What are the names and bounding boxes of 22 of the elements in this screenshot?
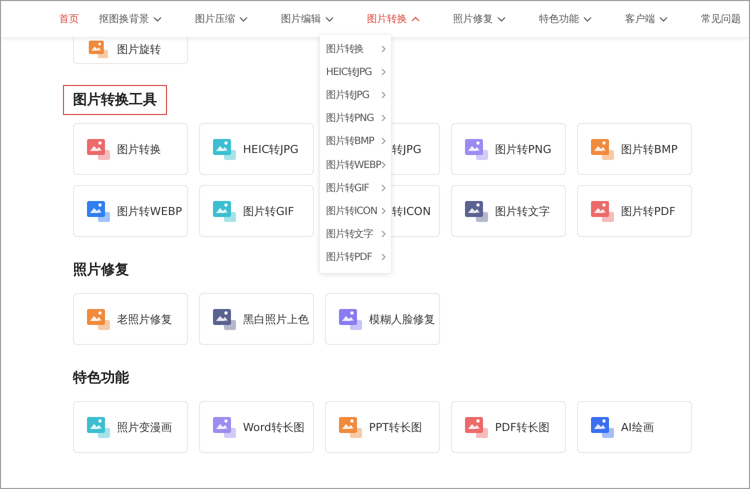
card-label: 图片转BMP bbox=[621, 142, 678, 156]
card-label: 图片转文字 bbox=[495, 204, 550, 218]
card-label: 老照片修复 bbox=[117, 312, 172, 326]
card-label: 黑白照片上色 bbox=[243, 312, 309, 326]
card-label: 模糊人脸修复 bbox=[369, 312, 435, 326]
card-label: 转ICON bbox=[392, 204, 431, 218]
card-label: 照片变漫画 bbox=[117, 420, 172, 434]
section-title: 图片转换工具 bbox=[63, 85, 167, 115]
card-label: 图片转WEBP bbox=[117, 204, 182, 218]
card-label: AI绘画 bbox=[621, 420, 654, 434]
section-title: 特色功能 bbox=[73, 369, 129, 387]
card-label: PPT转长图 bbox=[369, 420, 422, 434]
card-label: 图片转GIF bbox=[243, 204, 294, 218]
card-label: 图片转PDF bbox=[621, 204, 676, 218]
card-label: Word转长图 bbox=[243, 420, 304, 434]
card-label: PDF转长图 bbox=[495, 420, 550, 434]
card-label: HEIC转JPG bbox=[243, 142, 299, 156]
card-label: 图片旋转 bbox=[117, 42, 161, 56]
card-label: 图片转PNG bbox=[495, 142, 552, 156]
card-label: 转JPG bbox=[392, 142, 422, 156]
section-title: 照片修复 bbox=[73, 261, 129, 279]
card-label: 图片转换 bbox=[117, 142, 161, 156]
